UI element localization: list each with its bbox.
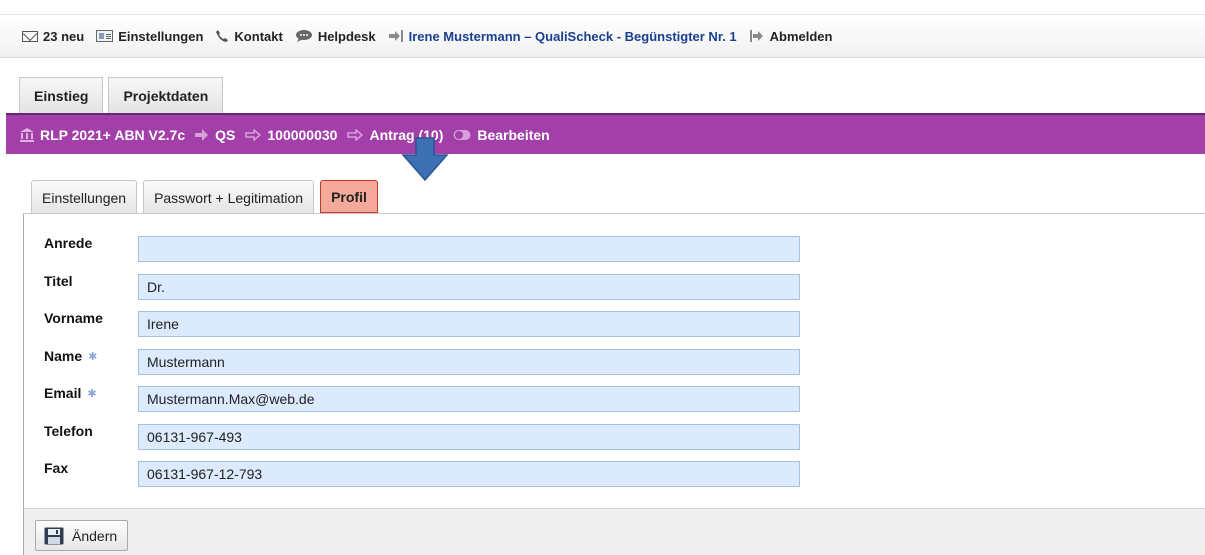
save-label: Ändern [72,527,118,544]
main-tabs: Einstieg Projektdaten [19,76,228,114]
down-arrow-annotation [401,137,449,181]
hand-point-icon [245,128,262,141]
titel-label-text: Titel [44,273,73,289]
form-row-fax: Fax [24,454,824,487]
settings-label: Einstellungen [118,28,204,44]
contact-link[interactable]: Kontakt [215,28,283,44]
logout-label: Abmelden [769,28,833,44]
name-label-text: Name [44,348,83,364]
titel-label: Titel [44,273,73,289]
form-row-anrede: Anrede [24,229,824,262]
vorname-field[interactable] [138,311,800,337]
tab-profil[interactable]: Profil [320,180,378,214]
form-row-titel: Titel [24,267,824,300]
chat-icon [295,29,313,43]
breadcrumb-number[interactable]: 100000030 [245,127,337,143]
phone-icon [215,29,229,43]
telefon-label: Telefon [44,423,93,439]
user-link[interactable]: Irene Mustermann – QualiScheck - Begünst… [388,29,737,44]
helpdesk-link[interactable]: Helpdesk [295,29,376,44]
contact-label: Kontakt [234,28,283,44]
breadcrumb-program[interactable]: RLP 2021+ ABN V2.7c [20,127,185,143]
telefon-field[interactable] [138,424,800,450]
tab-einstieg[interactable]: Einstieg [19,77,104,114]
required-icon: ✱ [87,387,97,400]
vorname-label-text: Vorname [44,310,103,326]
profile-form: Anrede Titel Vorname Name ✱ Email ✱ Telefo… [23,213,1205,508]
fax-field[interactable] [138,461,800,487]
settings-link[interactable]: Einstellungen [96,29,203,44]
name-label: Name ✱ [44,348,97,364]
form-row-telefon: Telefon [24,417,824,450]
card-icon [96,30,114,42]
anrede-field[interactable] [138,236,800,262]
tab-projektdaten[interactable]: Projektdaten [108,77,224,114]
form-footer: Ändern [23,508,1205,555]
breadcrumb-mode-label: Bearbeiten [477,126,550,143]
breadcrumb-mode[interactable]: Bearbeiten [453,126,550,143]
hand-point-icon [347,128,364,141]
form-row-vorname: Vorname [24,304,824,337]
mail-icon [22,30,38,42]
logout-icon [749,29,765,43]
messages-link[interactable]: 23 neu [22,29,84,44]
email-label: Email ✱ [44,385,97,401]
breadcrumb-number-label: 100000030 [267,126,338,143]
save-button[interactable]: Ändern [35,520,129,551]
user-label: Irene Mustermann – QualiScheck - Begünst… [408,28,737,44]
helpdesk-label: Helpdesk [317,28,376,44]
arrow-right-icon [195,128,209,141]
email-field[interactable] [138,386,800,412]
save-disk-icon [44,527,64,545]
fax-label: Fax [44,460,68,476]
login-arrow-icon [388,29,404,43]
logout-link[interactable]: Abmelden [749,28,833,44]
sub-tabs: Einstellungen Passwort + Legitimation Pr… [31,179,384,214]
telefon-label-text: Telefon [44,423,93,439]
breadcrumb-program-label: RLP 2021+ ABN V2.7c [40,126,186,143]
titel-field[interactable] [138,274,800,300]
top-bar: 23 neu Einstellungen Kontakt Helpdesk Ir… [0,14,1205,58]
breadcrumb-qs-label: QS [215,126,236,143]
form-row-name: Name ✱ [24,342,824,375]
name-field[interactable] [138,349,800,375]
bank-icon [20,127,34,142]
anrede-label: Anrede [44,235,92,251]
breadcrumb: RLP 2021+ ABN V2.7c QS 100000030 Antrag … [6,113,1205,154]
tab-einstellungen[interactable]: Einstellungen [31,180,138,214]
email-label-text: Email [44,385,82,401]
vorname-label: Vorname [44,310,103,326]
tab-passwort-legitimation[interactable]: Passwort + Legitimation [143,180,315,214]
anrede-label-text: Anrede [44,235,93,251]
fax-label-text: Fax [44,460,69,476]
form-row-email: Email ✱ [24,379,824,412]
breadcrumb-qs[interactable]: QS [195,127,235,143]
messages-label: 23 neu [43,28,85,44]
required-icon: ✱ [88,350,98,363]
toggle-icon [453,129,471,141]
